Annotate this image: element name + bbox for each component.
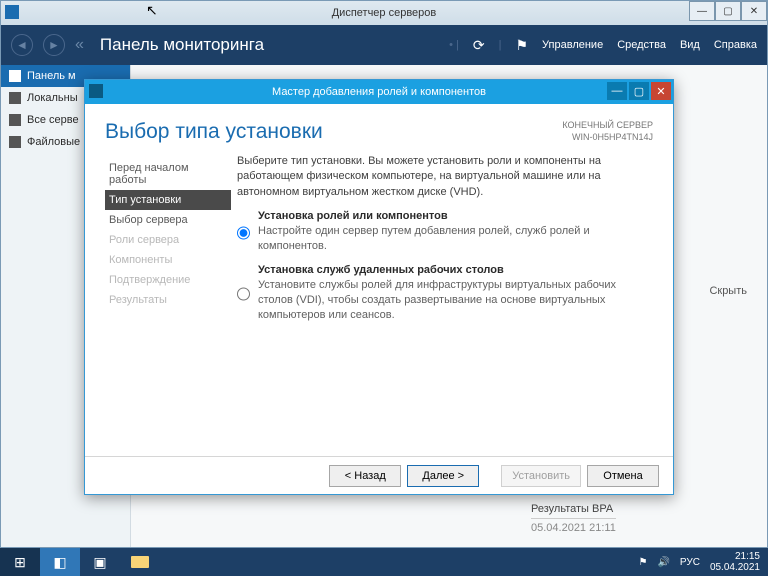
start-button[interactable]: ⊞ (0, 548, 40, 576)
refresh-icon[interactable]: ⟳ (473, 37, 485, 54)
page-title: Панель мониторинга (100, 35, 264, 55)
close-button[interactable]: ✕ (741, 1, 767, 21)
wizard-heading: Выбор типа установки (105, 120, 323, 144)
bpa-label: Результаты BPA (531, 500, 616, 518)
step-confirmation: Подтверждение (105, 270, 231, 290)
tray-volume-icon[interactable]: 🔊 (657, 557, 669, 568)
wizard-title: Мастер добавления ролей и компонентов (272, 86, 486, 98)
window-title: Диспетчер серверов (332, 7, 437, 19)
servers-icon (9, 114, 21, 126)
step-results: Результаты (105, 290, 231, 310)
step-before-you-begin[interactable]: Перед началом работы (105, 158, 231, 190)
wizard-footer: < Назад Далее > Установить Отмена (85, 456, 673, 494)
taskbar-powershell[interactable]: ▣ (80, 548, 120, 576)
nav-back-button[interactable]: ◄ (11, 34, 33, 56)
step-server-roles: Роли сервера (105, 230, 231, 250)
add-roles-wizard: Мастер добавления ролей и компонентов — … (84, 79, 674, 495)
radio-role-based[interactable] (237, 212, 250, 254)
wizard-content: Выберите тип установки. Вы можете устано… (231, 154, 653, 332)
taskbar-server-manager[interactable]: ◧ (40, 548, 80, 576)
step-installation-type[interactable]: Тип установки (105, 190, 231, 210)
wizard-maximize-button[interactable]: ▢ (629, 82, 649, 100)
maximize-button[interactable]: ▢ (715, 1, 741, 21)
menu-tools[interactable]: Средства (617, 39, 666, 51)
wizard-minimize-button[interactable]: — (607, 82, 627, 100)
menu-help[interactable]: Справка (714, 39, 757, 51)
server-manager-header: ◄ ► « Панель мониторинга • | ⟳ | ⚑ Управ… (1, 25, 767, 65)
minimize-button[interactable]: — (689, 1, 715, 21)
wizard-close-button[interactable]: ✕ (651, 82, 671, 100)
option-role-based[interactable]: Установка ролей или компонентов Настройт… (237, 210, 653, 254)
wizard-titlebar[interactable]: Мастер добавления ролей и компонентов — … (85, 80, 673, 104)
taskbar-explorer[interactable] (120, 548, 160, 576)
next-button[interactable]: Далее > (407, 465, 479, 487)
wizard-icon (89, 84, 103, 98)
tray-flag-icon[interactable]: ⚑ (638, 557, 647, 568)
flag-icon[interactable]: ⚑ (515, 37, 528, 54)
cursor-icon: ↖ (146, 2, 158, 19)
hide-link[interactable]: Скрыть (709, 285, 747, 297)
tray-clock[interactable]: 21:15 05.04.2021 (710, 551, 760, 573)
file-services-icon (9, 136, 21, 148)
taskbar: ⊞ ◧ ▣ ⚑ 🔊 РУС 21:15 05.04.2021 (0, 548, 768, 576)
radio-rds[interactable] (237, 266, 250, 323)
server-manager-icon (5, 5, 19, 19)
server-icon (9, 92, 21, 104)
wizard-intro: Выберите тип установки. Вы можете устано… (237, 154, 653, 200)
menu-manage[interactable]: Управление (542, 39, 603, 51)
destination-server: КОНЕЧНЫЙ СЕРВЕР WIN-0H5HP4TN14J (562, 120, 653, 143)
option-rds[interactable]: Установка служб удаленных рабочих столов… (237, 264, 653, 323)
server-manager-titlebar[interactable]: Диспетчер серверов — ▢ ✕ (1, 1, 767, 25)
bpa-time: 05.04.2021 21:11 (531, 518, 616, 537)
step-server-selection[interactable]: Выбор сервера (105, 210, 231, 230)
install-button: Установить (501, 465, 581, 487)
cancel-button[interactable]: Отмена (587, 465, 659, 487)
wizard-steps: Перед началом работы Тип установки Выбор… (105, 154, 231, 332)
nav-forward-button[interactable]: ► (43, 34, 65, 56)
back-button[interactable]: < Назад (329, 465, 401, 487)
step-features: Компоненты (105, 250, 231, 270)
folder-icon (131, 556, 149, 568)
menu-view[interactable]: Вид (680, 39, 700, 51)
tray-language[interactable]: РУС (680, 557, 700, 568)
dashboard-icon (9, 70, 21, 82)
